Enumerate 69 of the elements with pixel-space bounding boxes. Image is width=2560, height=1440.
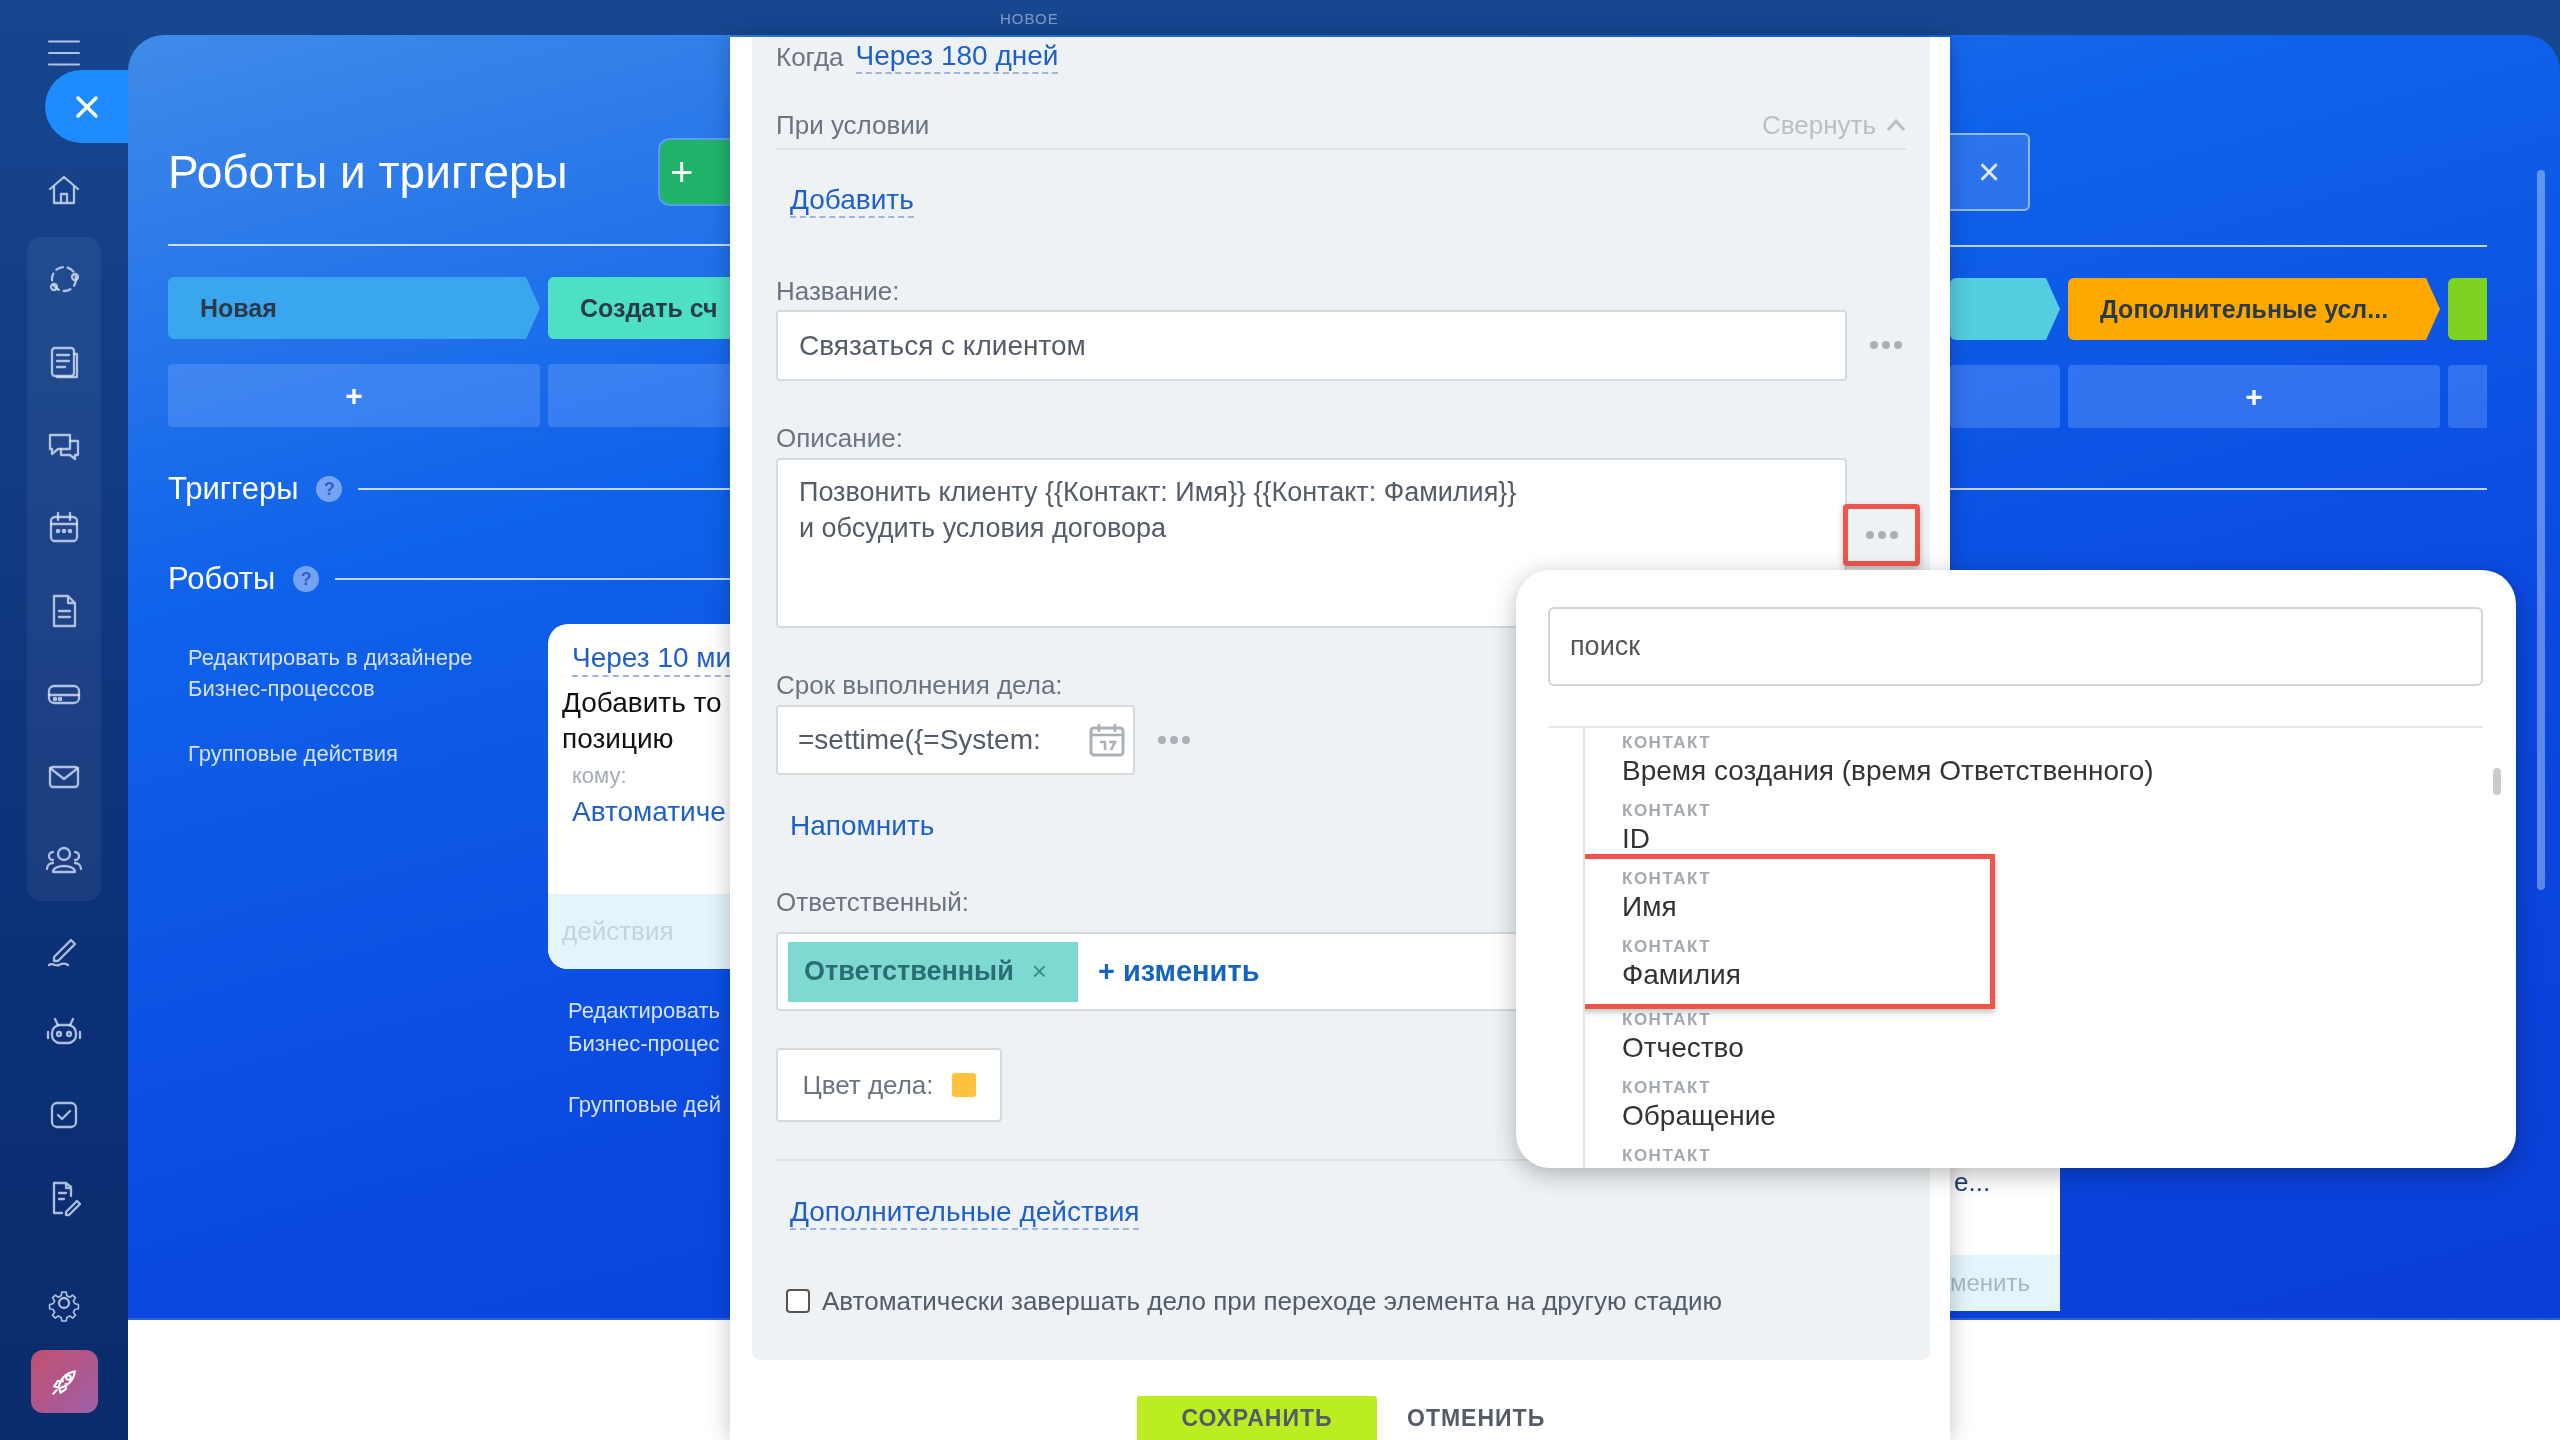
side-link[interactable]: Групповые действия — [188, 738, 518, 769]
more-icon — [1864, 530, 1899, 540]
stage-header: Создать сч — [548, 277, 730, 339]
create-button[interactable]: + — [660, 140, 730, 204]
field-label: Ответственный: — [776, 887, 969, 917]
field-category: КОНТАКТ — [1622, 1145, 1713, 1167]
stage-header: Новая — [168, 277, 540, 339]
rocket-button[interactable] — [30, 1350, 98, 1413]
save-button[interactable]: СОХРАНИТЬ — [1137, 1396, 1377, 1440]
field-label: Название: — [776, 276, 900, 306]
robot-title: Добавить то позицию — [562, 686, 722, 756]
field-category: КОНТАКТ — [1622, 1009, 1713, 1031]
side-link[interactable]: Редактировать в дизайнере Бизнес-процессов — [188, 642, 518, 704]
condition-label: При условии — [776, 109, 930, 141]
checkbox[interactable] — [786, 1289, 810, 1313]
delay-link[interactable]: Через 180 дней — [855, 40, 1059, 74]
field-name: Имя — [1622, 890, 1678, 924]
field-option[interactable]: КОНТАКТ Отчество — [1585, 1009, 2484, 1077]
change-link[interactable]: + изменить — [1098, 955, 1260, 988]
user-chip[interactable]: Ответственный × — [788, 941, 1078, 1002]
chevron-up-icon — [1886, 118, 1906, 132]
name-field[interactable]: Связаться с клиентом — [776, 310, 1847, 381]
add-robot-button[interactable]: + — [339, 378, 369, 413]
color-picker[interactable]: Цвет дела: — [776, 1048, 1002, 1122]
field-option[interactable]: КОНТАКТ Обращение — [1585, 1077, 2484, 1145]
status-label: НОВОЕ — [1000, 10, 1059, 27]
checkbox-label: Автоматически завершать дело при переходе элемента на другую стадию — [822, 1285, 1722, 1317]
field-option[interactable]: КОНТАКТ Время создания (время Ответственного) — [1585, 732, 2484, 800]
recipient-link[interactable]: Автоматиче — [572, 795, 730, 829]
more-button[interactable] — [1843, 504, 1920, 566]
more-icon — [1156, 735, 1191, 745]
date-field[interactable]: =settime({=System: — [776, 705, 1135, 775]
close-button[interactable] — [45, 70, 128, 143]
scrollbar-thumb[interactable] — [2493, 768, 2501, 795]
add-condition-link[interactable]: Добавить — [790, 184, 914, 218]
add-robot-button[interactable]: + — [2239, 379, 2269, 414]
field-name: Фамилия — [1622, 958, 1742, 992]
field-category: КОНТАКТ — [1622, 936, 1713, 958]
search-field[interactable]: поиск — [1548, 607, 2483, 686]
recipient-label: кому: — [572, 763, 628, 789]
when-label: Когда — [776, 41, 844, 73]
field-option[interactable]: КОНТАКТ ID — [1585, 800, 2484, 868]
menu-icon[interactable] — [46, 38, 82, 68]
robot-card[interactable]: е... менить — [1950, 1167, 2060, 1311]
field-label: Срок выполнения дела: — [776, 670, 1063, 700]
close-button[interactable]: × — [1950, 133, 2030, 211]
field-category: КОНТАКТ — [1622, 868, 1713, 890]
card-link[interactable]: Редактировать Бизнес-процес — [568, 994, 730, 1060]
cancel-button[interactable]: ОТМЕНИТЬ — [1401, 1396, 1552, 1440]
card-link[interactable]: Групповые дей — [568, 1088, 730, 1121]
field-name: Отчество — [1622, 1031, 1745, 1065]
field-category: КОНТАКТ — [1622, 1077, 1713, 1099]
scrollbar[interactable] — [2537, 170, 2545, 890]
more-actions-link[interactable]: Дополнительные действия — [790, 1196, 1140, 1230]
section-title: Триггеры — [168, 471, 299, 507]
field-name: Время создания (время Ответственного) — [1622, 754, 2155, 788]
color-label: Цвет дела: — [802, 1069, 934, 1101]
field-category: КОНТАКТ — [1622, 732, 1713, 754]
field-name: ID — [1622, 822, 1651, 856]
color-swatch[interactable] — [951, 1073, 976, 1097]
page-title: Роботы и триггеры — [168, 145, 568, 199]
stage-header: Дополнительные усл... — [2068, 278, 2440, 340]
field-category: КОНТАКТ — [1622, 800, 1713, 822]
remind-link[interactable]: Напомнить — [790, 810, 935, 842]
field-name: Обращение — [1622, 1099, 1777, 1133]
robot-title: е... — [1953, 1167, 1992, 1197]
field-label: Описание: — [776, 423, 903, 453]
section-title: Роботы — [168, 561, 276, 597]
more-icon — [1868, 340, 1903, 350]
